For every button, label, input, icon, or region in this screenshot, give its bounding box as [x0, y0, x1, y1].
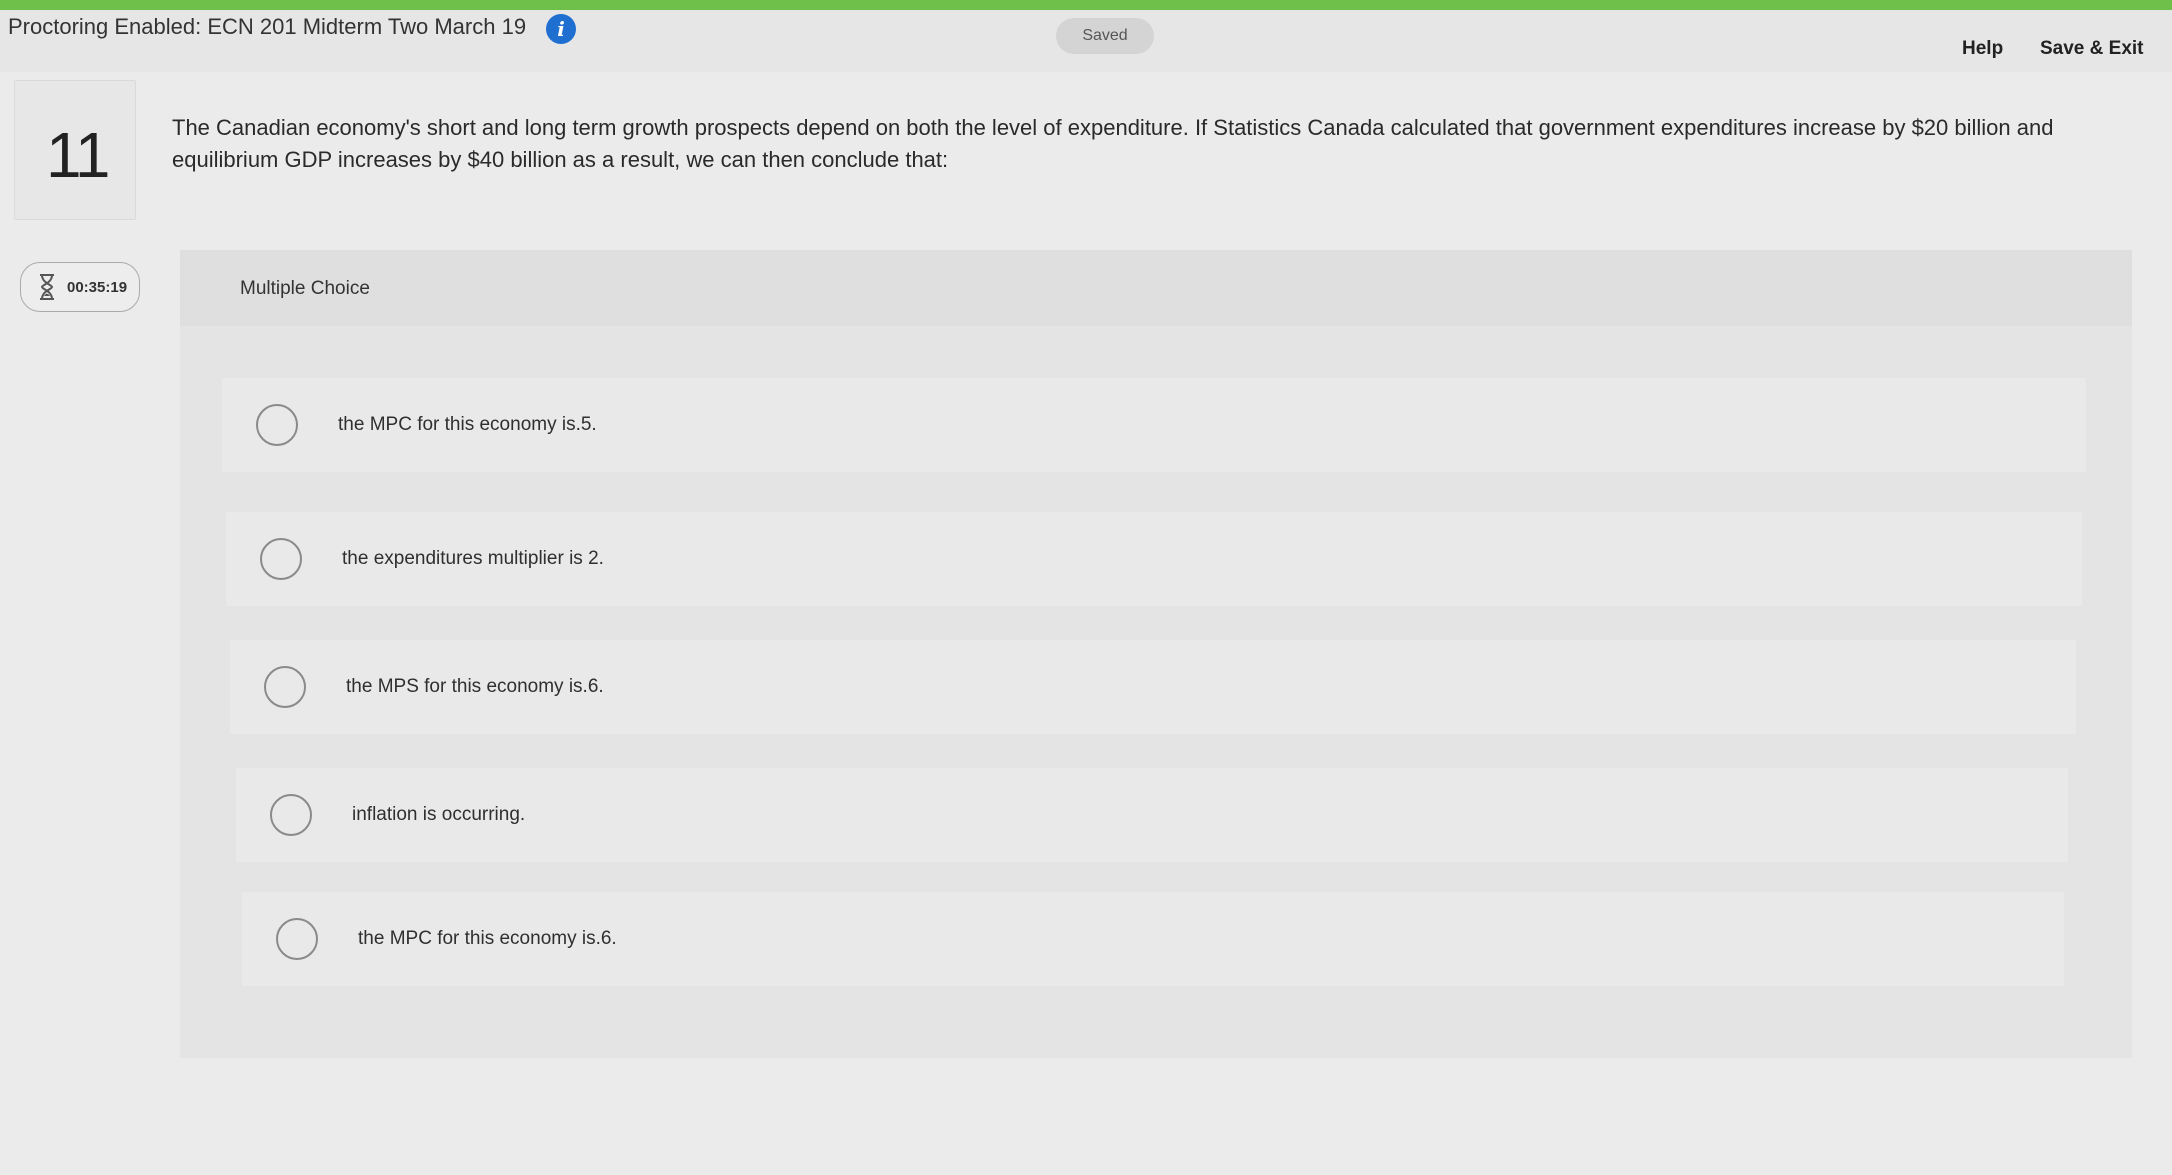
choice-option[interactable]: the MPC for this economy is.6.: [242, 892, 2064, 986]
progress-track: [0, 0, 2172, 10]
top-bar: Proctoring Enabled: ECN 201 Midterm Two …: [0, 0, 2172, 72]
radio-button[interactable]: [256, 404, 298, 446]
radio-button[interactable]: [260, 538, 302, 580]
choice-label: the MPS for this economy is.6.: [346, 676, 604, 697]
hourglass-icon: [40, 274, 54, 300]
choice-label: inflation is occurring.: [352, 804, 526, 825]
choice-label: the MPC for this economy is.5.: [338, 414, 597, 435]
radio-button[interactable]: [270, 794, 312, 836]
answer-panel-header: Multiple Choice: [180, 250, 2132, 326]
question-number: 11: [46, 119, 110, 191]
assignment-title: Proctoring Enabled: ECN 201 Midterm Two …: [8, 14, 527, 39]
info-icon[interactable]: i: [546, 14, 576, 44]
choice-option[interactable]: the MPC for this economy is.5.: [222, 378, 2086, 472]
answer-panel: Multiple Choice the MPC for this economy…: [180, 250, 2132, 1058]
saved-status-badge: Saved: [1056, 18, 1154, 54]
choice-option[interactable]: the expenditures multiplier is 2.: [226, 512, 2082, 606]
timer-text: 00:35:19: [67, 279, 128, 296]
save-exit-button[interactable]: Save & Exit: [2040, 38, 2144, 60]
choice-label: the expenditures multiplier is 2.: [342, 548, 604, 569]
help-button[interactable]: Help: [1962, 38, 2003, 60]
choice-option[interactable]: the MPS for this economy is.6.: [230, 640, 2076, 734]
question-prompt: The Canadian economy's short and long te…: [172, 115, 2054, 172]
progress-fill: [0, 0, 2172, 10]
choice-label: the MPC for this economy is.6.: [358, 928, 617, 949]
question-type-label: Multiple Choice: [240, 278, 370, 299]
radio-button[interactable]: [276, 918, 318, 960]
choice-option[interactable]: inflation is occurring.: [236, 768, 2068, 862]
quiz-page: Proctoring Enabled: ECN 201 Midterm Two …: [0, 0, 2172, 1175]
radio-button[interactable]: [264, 666, 306, 708]
timer-badge: 00:35:19: [20, 262, 140, 312]
